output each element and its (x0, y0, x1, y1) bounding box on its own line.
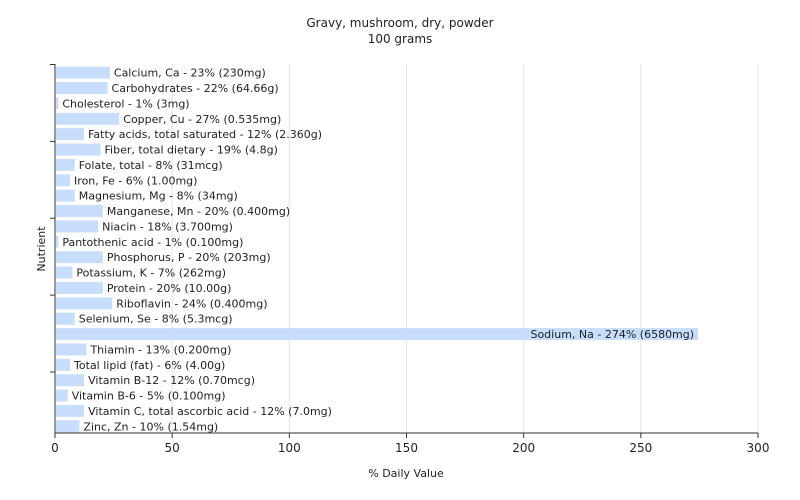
bar-label: Riboflavin - 24% (0.400mg) (116, 297, 267, 310)
bar-label: Calcium, Ca - 23% (230mg) (114, 67, 266, 80)
bar (56, 82, 108, 95)
bar (56, 158, 75, 171)
bar (56, 374, 85, 387)
bar-label: Sodium, Na - 274% (6580mg) (530, 328, 694, 341)
x-tick-label: 200 (512, 441, 535, 455)
bar (56, 235, 59, 248)
bar-label: Fiber, total dietary - 19% (4.8g) (105, 144, 278, 157)
bar (56, 266, 73, 279)
bar (56, 205, 103, 218)
bar-label: Vitamin B-12 - 12% (0.70mcg) (88, 374, 255, 387)
bar (56, 389, 68, 402)
x-axis-label: % Daily Value (368, 467, 444, 480)
bar (56, 97, 59, 110)
bar (56, 297, 113, 310)
bar-label: Thiamin - 13% (0.200mg) (89, 343, 231, 356)
x-tick-label: 300 (747, 441, 770, 455)
bar-label: Pantothenic acid - 1% (0.100mg) (62, 236, 243, 249)
bar (56, 358, 71, 371)
bar-label: Fatty acids, total saturated - 12% (2.36… (88, 128, 322, 141)
x-tick-label: 150 (395, 441, 418, 455)
bar-label: Protein - 20% (10.00g) (107, 282, 232, 295)
bar-label: Folate, total - 8% (31mcg) (79, 159, 223, 172)
bar (56, 220, 99, 233)
bar-chart: Calcium, Ca - 23% (230mg) Carbohydrates -… (35, 64, 770, 480)
bar (56, 312, 75, 325)
x-tick-label: 0 (51, 441, 59, 455)
bar-label: Carbohydrates - 22% (64.66g) (112, 82, 279, 95)
bar (56, 420, 80, 433)
bar (56, 128, 85, 141)
bar-label: Iron, Fe - 6% (1.00mg) (74, 174, 197, 187)
bar-label: Cholesterol - 1% (3mg) (62, 97, 189, 110)
bar (56, 66, 110, 79)
bar (56, 251, 103, 264)
x-tick-label: 50 (165, 441, 180, 455)
bar (56, 343, 87, 356)
bar-label: Potassium, K - 7% (262mg) (76, 267, 226, 280)
bar (56, 404, 85, 417)
bar-label: Total lipid (fat) - 6% (4.00g) (73, 359, 225, 372)
bars: Calcium, Ca - 23% (230mg) Carbohydrates -… (56, 66, 699, 433)
bar-label: Manganese, Mn - 20% (0.400mg) (107, 205, 290, 218)
x-tick-label: 250 (629, 441, 652, 455)
bar (56, 189, 75, 202)
bar-label: Vitamin B-6 - 5% (0.100mg) (72, 390, 226, 403)
bar-label: Vitamin C, total ascorbic acid - 12% (7.… (88, 405, 332, 418)
bar-label: Phosphorus, P - 20% (203mg) (107, 251, 271, 264)
bar (56, 112, 120, 125)
x-tick-label: 100 (278, 441, 301, 455)
bar-label: Copper, Cu - 27% (0.535mg) (123, 113, 281, 126)
y-axis-label: Nutrient (35, 226, 48, 272)
bar-label: Zinc, Zn - 10% (1.54mg) (83, 420, 218, 433)
bar (56, 174, 71, 187)
bar-label: Selenium, Se - 8% (5.3mcg) (79, 313, 233, 326)
bar (56, 143, 101, 156)
bar-label: Magnesium, Mg - 8% (34mg) (79, 190, 238, 203)
bar-label: Niacin - 18% (3.700mg) (102, 220, 233, 233)
bar (56, 281, 103, 294)
